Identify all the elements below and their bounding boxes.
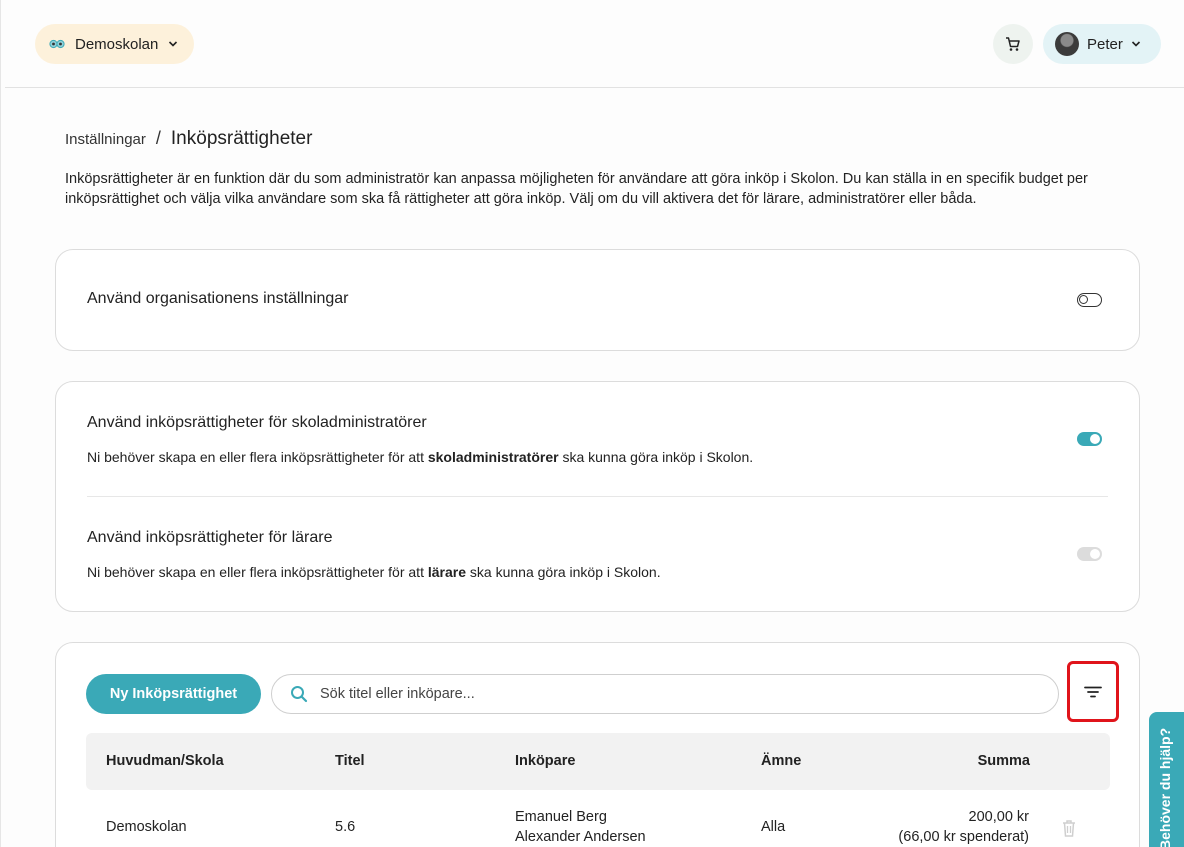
toggle-knob — [1090, 434, 1100, 444]
column-header-school[interactable]: Huvudman/Skola — [106, 753, 224, 769]
admin-desc-bold: skoladministratörer — [427, 449, 559, 465]
search-icon — [291, 686, 308, 703]
school-selector[interactable]: Demoskolan — [35, 24, 195, 64]
breadcrumb-settings-link[interactable]: Inställningar — [65, 131, 146, 148]
admin-rights-description: Ni behöver skapa en eller flera inköpsrä… — [87, 449, 753, 465]
cell-title: 5.6 — [335, 819, 356, 835]
delete-icon[interactable] — [1061, 819, 1077, 837]
toggle-knob — [1079, 295, 1088, 304]
search-input[interactable] — [320, 686, 1020, 702]
org-settings-title: Använd organisationens inställningar — [87, 290, 349, 307]
school-name: Demoskolan — [75, 35, 159, 53]
new-purchase-right-button[interactable]: Ny Inköpsrättighet — [86, 674, 261, 714]
admin-desc-text-end: ska kunna göra inköp i Skolon. — [558, 449, 754, 465]
column-header-title[interactable]: Titel — [335, 753, 365, 769]
column-header-subject[interactable]: Ämne — [761, 753, 801, 769]
intro-text: Inköpsrättigheter är en funktion där du … — [65, 171, 1088, 207]
page-title: Inköpsrättigheter — [170, 128, 313, 149]
cell-subject: Alla — [761, 819, 786, 835]
help-tab[interactable]: Behöver du hjälp? — [1149, 712, 1184, 847]
toggle-knob — [1090, 549, 1100, 559]
breadcrumb: Inställningar / Inköpsrättigheter — [65, 128, 312, 150]
chevron-down-icon — [1131, 41, 1140, 47]
teacher-rights-toggle — [1077, 547, 1102, 561]
filter-button[interactable] — [1067, 661, 1119, 722]
top-header: Demoskolan Peter — [5, 0, 1184, 88]
org-settings-toggle[interactable] — [1077, 293, 1102, 307]
chevron-down-icon — [169, 41, 178, 47]
teacher-rights-description: Ni behöver skapa en eller flera inköpsrä… — [87, 564, 661, 580]
user-name: Peter — [1087, 35, 1123, 53]
filter-icon — [1084, 686, 1102, 697]
purchase-rights-list-card: Ny Inköpsrättighet Huvudman/Skola Titel … — [55, 642, 1140, 847]
divider — [87, 496, 1108, 497]
cell-buyer-2: Alexander Andersen — [515, 829, 646, 845]
column-header-sum[interactable]: Summa — [978, 753, 1030, 769]
breadcrumb-separator: / — [155, 128, 161, 148]
admin-desc-text: Ni behöver skapa en eller flera inköpsrä… — [87, 449, 428, 465]
cart-icon — [1006, 37, 1020, 51]
search-field[interactable] — [271, 674, 1059, 714]
teacher-desc-text-end: ska kunna göra inköp i Skolon. — [466, 564, 661, 580]
admin-rights-title: Använd inköpsrättigheter för skoladminis… — [87, 414, 427, 431]
admin-rights-toggle[interactable] — [1077, 432, 1102, 446]
school-logo-icon — [49, 39, 65, 49]
avatar — [1055, 32, 1079, 56]
cell-buyer-1: Emanuel Berg — [515, 809, 607, 825]
org-settings-card: Använd organisationens inställningar — [55, 249, 1140, 351]
column-header-buyer[interactable]: Inköpare — [515, 753, 575, 769]
cart-button[interactable] — [993, 24, 1033, 64]
help-tab-label: Behöver du hjälp? — [1157, 727, 1173, 847]
app-frame: Demoskolan Peter Inställningar / Inköpsr… — [0, 0, 1184, 847]
cell-spent: (66,00 kr spenderat) — [898, 829, 1029, 845]
cell-school: Demoskolan — [106, 819, 187, 835]
cell-sum: 200,00 kr — [968, 809, 1029, 825]
purchase-rights-card: Använd inköpsrättigheter för skoladminis… — [55, 381, 1140, 612]
table-header: Huvudman/Skola Titel Inköpare Ämne Summa — [86, 733, 1110, 790]
teacher-rights-title: Använd inköpsrättigheter för lärare — [87, 529, 333, 546]
teacher-desc-text: Ni behöver skapa en eller flera inköpsrä… — [87, 564, 428, 580]
user-menu[interactable]: Peter — [1043, 24, 1161, 64]
teacher-desc-bold: lärare — [427, 564, 467, 580]
